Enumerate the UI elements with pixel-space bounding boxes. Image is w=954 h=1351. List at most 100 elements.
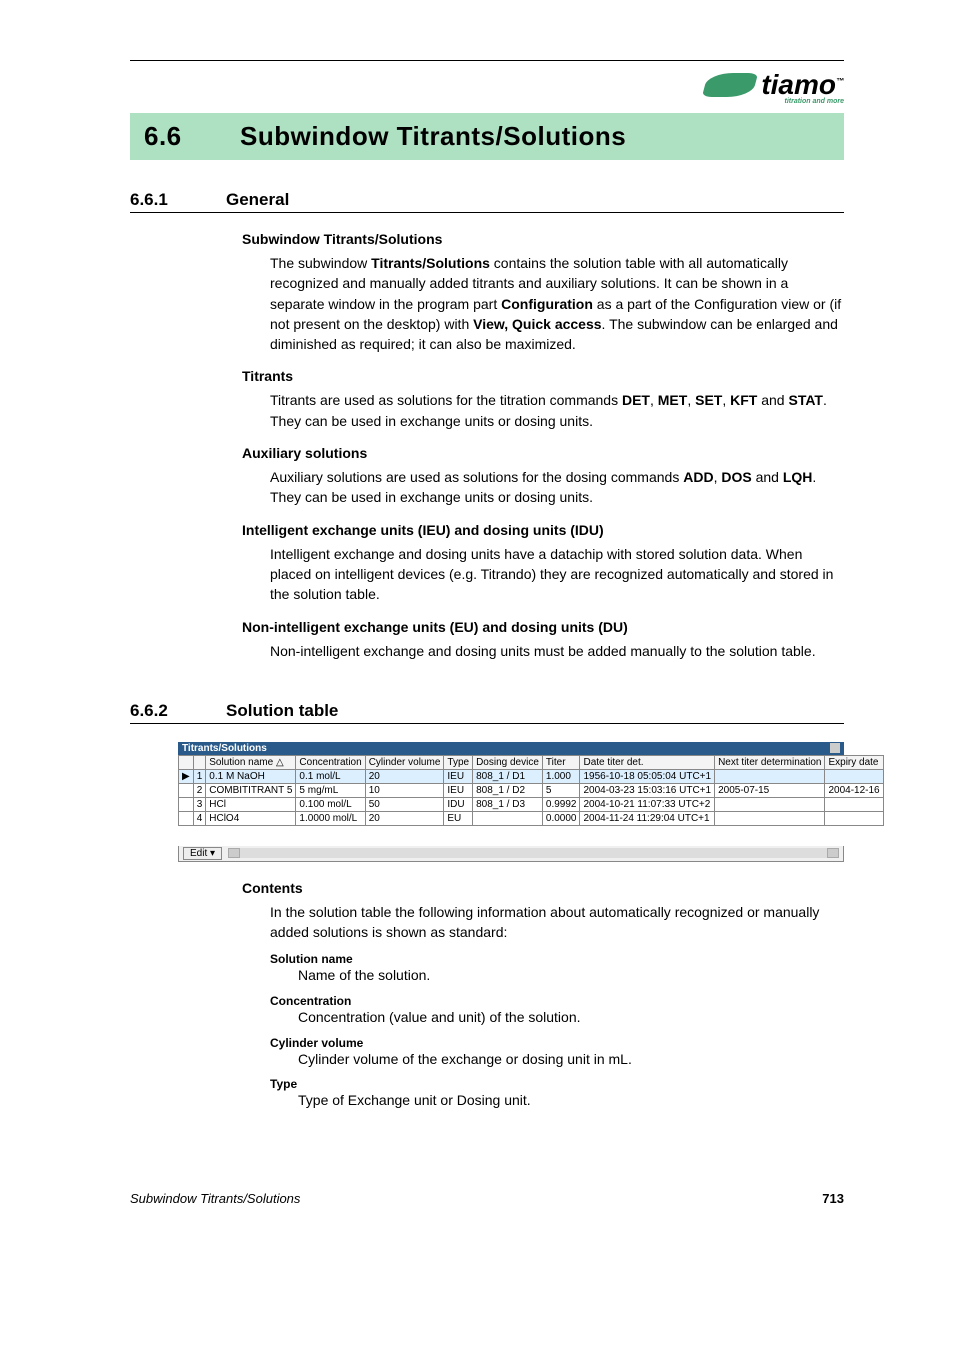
- col-header[interactable]: Expiry date: [825, 755, 883, 769]
- bold: SET: [695, 392, 722, 408]
- table-cell: IDU: [444, 797, 473, 811]
- subsection-general: 6.6.1General: [130, 190, 844, 213]
- heading-ieu: Intelligent exchange units (IEU) and dos…: [242, 522, 844, 538]
- edit-button[interactable]: Edit ▾: [183, 847, 222, 860]
- footer-left: Subwindow Titrants/Solutions: [130, 1191, 300, 1206]
- table-cell: IEU: [444, 769, 473, 783]
- bold: Titrants/Solutions: [371, 255, 490, 271]
- heading-titrants: Titrants: [242, 368, 844, 384]
- contents-intro: In the solution table the following info…: [270, 902, 844, 943]
- para-ieu: Intelligent exchange and dosing units ha…: [270, 544, 844, 605]
- table-cell: 2004-03-23 15:03:16 UTC+1: [580, 783, 715, 797]
- col-header[interactable]: Solution name △: [206, 755, 296, 769]
- table-cell: [473, 811, 543, 825]
- col-header[interactable]: Cylinder volume: [365, 755, 444, 769]
- page-footer: Subwindow Titrants/Solutions 713: [130, 1191, 844, 1206]
- t: Auxiliary solutions are used as solution…: [270, 469, 683, 485]
- col-header[interactable]: [193, 755, 206, 769]
- table-cell: [179, 783, 194, 797]
- heading-aux: Auxiliary solutions: [242, 445, 844, 461]
- table-cell: 1.0000 mol/L: [296, 811, 365, 825]
- t: and: [757, 392, 788, 408]
- table-cell: 808_1 / D1: [473, 769, 543, 783]
- swoosh-icon: [702, 73, 758, 97]
- table-cell: [715, 797, 825, 811]
- bold: MET: [658, 392, 688, 408]
- col-header[interactable]: Type: [444, 755, 473, 769]
- table-header-row: Solution name △ConcentrationCylinder vol…: [179, 755, 884, 769]
- table-body: ▶10.1 M NaOH0.1 mol/L20IEU808_1 / D11.00…: [179, 769, 884, 825]
- def-text: Cylinder volume of the exchange or dosin…: [298, 1050, 844, 1070]
- bold: LQH: [783, 469, 813, 485]
- table-cell: HClO4: [206, 811, 296, 825]
- table-cell: 4: [193, 811, 206, 825]
- solution-table-panel: Titrants/Solutions Solution name △Concen…: [178, 742, 844, 862]
- table-cell: 1.000: [542, 769, 580, 783]
- general-content: Subwindow Titrants/Solutions The subwind…: [242, 231, 844, 661]
- col-header[interactable]: Date titer det.: [580, 755, 715, 769]
- table-row[interactable]: ▶10.1 M NaOH0.1 mol/L20IEU808_1 / D11.00…: [179, 769, 884, 783]
- table-row[interactable]: 3HCl0.100 mol/L50IDU808_1 / D30.99922004…: [179, 797, 884, 811]
- table-cell: 1: [193, 769, 206, 783]
- table-row[interactable]: 4HClO41.0000 mol/L20EU0.00002004-11-24 1…: [179, 811, 884, 825]
- heading-neu: Non-intelligent exchange units (EU) and …: [242, 619, 844, 635]
- t: ,: [650, 392, 658, 408]
- table-cell: [715, 811, 825, 825]
- table-cell: 0.1 M NaOH: [206, 769, 296, 783]
- h-scrollbar[interactable]: [228, 848, 839, 858]
- table-cell: [179, 797, 194, 811]
- table-cell: 5: [542, 783, 580, 797]
- table-cell: 0.100 mol/L: [296, 797, 365, 811]
- logo-row: tiamo™ titration and more: [130, 69, 844, 101]
- table-row[interactable]: 2COMBITITRANT 55 mg/mL10IEU808_1 / D2520…: [179, 783, 884, 797]
- col-header[interactable]: Dosing device: [473, 755, 543, 769]
- contents-block: Contents In the solution table the follo…: [242, 880, 844, 1111]
- para-titrants: Titrants are used as solutions for the t…: [270, 390, 844, 431]
- panel-title-bar: Titrants/Solutions: [178, 742, 844, 755]
- page-number: 713: [822, 1191, 844, 1206]
- bold: STAT: [788, 392, 822, 408]
- maximize-icon[interactable]: [830, 743, 840, 753]
- section-number: 6.6: [144, 121, 240, 152]
- table-cell: 10: [365, 783, 444, 797]
- logo: tiamo™ titration and more: [705, 69, 844, 101]
- col-header[interactable]: [179, 755, 194, 769]
- col-header[interactable]: Next titer determination: [715, 755, 825, 769]
- brand-text: tiamo: [761, 69, 836, 100]
- subsection-number: 6.6.1: [130, 190, 226, 210]
- def-term: Concentration: [270, 994, 844, 1008]
- table-cell: [715, 769, 825, 783]
- heading-subwindow: Subwindow Titrants/Solutions: [242, 231, 844, 247]
- table-cell: 2005-07-15: [715, 783, 825, 797]
- table-cell: HCl: [206, 797, 296, 811]
- col-header[interactable]: Titer: [542, 755, 580, 769]
- table-cell: ▶: [179, 769, 194, 783]
- def-term: Type: [270, 1077, 844, 1091]
- def-term: Cylinder volume: [270, 1036, 844, 1050]
- section-banner: 6.6Subwindow Titrants/Solutions: [130, 113, 844, 160]
- section-title: Subwindow Titrants/Solutions: [240, 121, 626, 151]
- bold: DOS: [721, 469, 751, 485]
- table-cell: 5 mg/mL: [296, 783, 365, 797]
- t: The subwindow: [270, 255, 371, 271]
- subsection-title: Solution table: [226, 701, 338, 720]
- bold: ADD: [683, 469, 713, 485]
- def-text: Name of the solution.: [298, 966, 844, 986]
- heading-contents: Contents: [242, 880, 844, 896]
- table-cell: [825, 811, 883, 825]
- table-cell: 3: [193, 797, 206, 811]
- col-header[interactable]: Concentration: [296, 755, 365, 769]
- table-cell: [825, 769, 883, 783]
- subsection-number: 6.6.2: [130, 701, 226, 721]
- table-cell: EU: [444, 811, 473, 825]
- bold: KFT: [730, 392, 757, 408]
- table-cell: 50: [365, 797, 444, 811]
- table-cell: 0.9992: [542, 797, 580, 811]
- para-neu: Non-intelligent exchange and dosing unit…: [270, 641, 844, 661]
- table-cell: 0.1 mol/L: [296, 769, 365, 783]
- def-term: Solution name: [270, 952, 844, 966]
- para-subwindow: The subwindow Titrants/Solutions contain…: [270, 253, 844, 354]
- def-text: Concentration (value and unit) of the so…: [298, 1008, 844, 1028]
- table-cell: 2004-10-21 11:07:33 UTC+2: [580, 797, 715, 811]
- bold: Configuration: [501, 296, 593, 312]
